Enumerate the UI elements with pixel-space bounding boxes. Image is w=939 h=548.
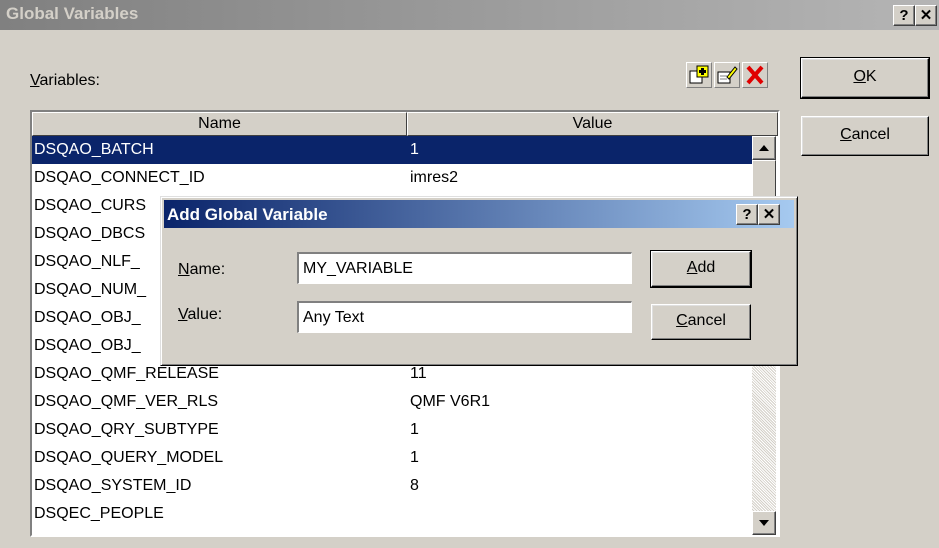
main-title-bar[interactable]: Global Variables ? ✕	[0, 0, 939, 30]
add-variable-icon	[689, 65, 709, 84]
delete-variable-icon	[746, 65, 764, 85]
dialog-title: Add Global Variable	[167, 205, 328, 224]
cell-name: DSQAO_QMF_VER_RLS	[34, 393, 219, 410]
cell-name: DSQAO_NLF_	[34, 253, 140, 270]
cell-name: DSQAO_NUM_	[34, 281, 147, 298]
value-input[interactable]: Any Text	[297, 301, 632, 333]
cell-name: DSQAO_QRY_SUBTYPE	[34, 421, 219, 438]
arrow-down-icon	[759, 520, 769, 526]
table-row[interactable]: DSQAO_SYSTEM_ID 8	[32, 472, 752, 500]
scroll-down-button[interactable]	[752, 511, 776, 535]
add-global-variable-dialog: Add Global Variable ? ✕ Name: MY_VARIABL…	[160, 196, 798, 366]
cell-name: DSQAO_OBJ_	[34, 309, 141, 326]
cancel-button[interactable]: Cancel	[801, 116, 929, 156]
variables-label: Variables:	[30, 72, 100, 89]
help-icon: ?	[742, 206, 752, 223]
cell-value: 1	[410, 421, 419, 438]
table-row[interactable]: DSQAO_BATCH 1	[32, 136, 752, 164]
value-label: Value:	[178, 306, 223, 323]
cell-name: DSQAO_SYSTEM_ID	[34, 477, 192, 494]
column-header-value[interactable]: Value	[407, 112, 778, 136]
cell-name: DSQEC_PEOPLE	[34, 505, 164, 522]
cell-name: DSQAO_CURS	[34, 197, 147, 214]
close-icon: ✕	[762, 206, 776, 223]
scroll-up-button[interactable]	[752, 136, 776, 160]
column-header-name[interactable]: Name	[32, 112, 407, 136]
dialog-title-bar[interactable]: Add Global Variable ? ✕	[164, 200, 794, 228]
name-input[interactable]: MY_VARIABLE	[297, 252, 632, 284]
help-icon: ?	[899, 7, 909, 24]
cell-value: 11	[410, 365, 427, 382]
cell-name: DSQAO_BATCH	[34, 141, 154, 158]
cell-value: 1	[410, 141, 419, 158]
cell-value: 8	[410, 477, 419, 494]
help-button[interactable]: ?	[893, 5, 915, 26]
cell-name: DSQAO_QUERY_MODEL	[34, 449, 224, 466]
edit-variable-button[interactable]	[714, 62, 740, 88]
edit-variable-icon	[717, 66, 738, 84]
add-button[interactable]: Add	[650, 250, 752, 288]
arrow-up-icon	[759, 145, 769, 151]
cell-name: DSQAO_QMF_RELEASE	[34, 365, 219, 382]
table-row[interactable]: DSQAO_QMF_VER_RLS QMF V6R1	[32, 388, 752, 416]
add-variable-button[interactable]	[686, 62, 712, 88]
table-row[interactable]: DSQAO_QUERY_MODEL 1	[32, 444, 752, 472]
cell-name: DSQAO_CONNECT_ID	[34, 169, 205, 186]
table-row[interactable]: DSQAO_CONNECT_ID imres2	[32, 164, 752, 192]
close-icon: ✕	[919, 7, 933, 24]
cell-value: 1	[410, 449, 419, 466]
cell-name: DSQAO_DBCS	[34, 225, 146, 242]
cell-value: imres2	[410, 169, 459, 186]
table-row[interactable]: DSQAO_QRY_SUBTYPE 1	[32, 416, 752, 444]
table-row[interactable]: DSQEC_PEOPLE	[32, 500, 752, 528]
dialog-cancel-button[interactable]: Cancel	[651, 304, 751, 340]
delete-variable-button[interactable]	[742, 62, 768, 88]
ok-button[interactable]: OK	[800, 57, 930, 99]
close-button[interactable]: ✕	[915, 5, 937, 26]
dialog-close-button[interactable]: ✕	[758, 204, 780, 225]
cell-name: DSQAO_OBJ_	[34, 337, 141, 354]
name-label: Name:	[178, 261, 226, 278]
window-title: Global Variables	[6, 4, 139, 23]
dialog-help-button[interactable]: ?	[736, 204, 758, 225]
cell-value: QMF V6R1	[410, 393, 491, 410]
